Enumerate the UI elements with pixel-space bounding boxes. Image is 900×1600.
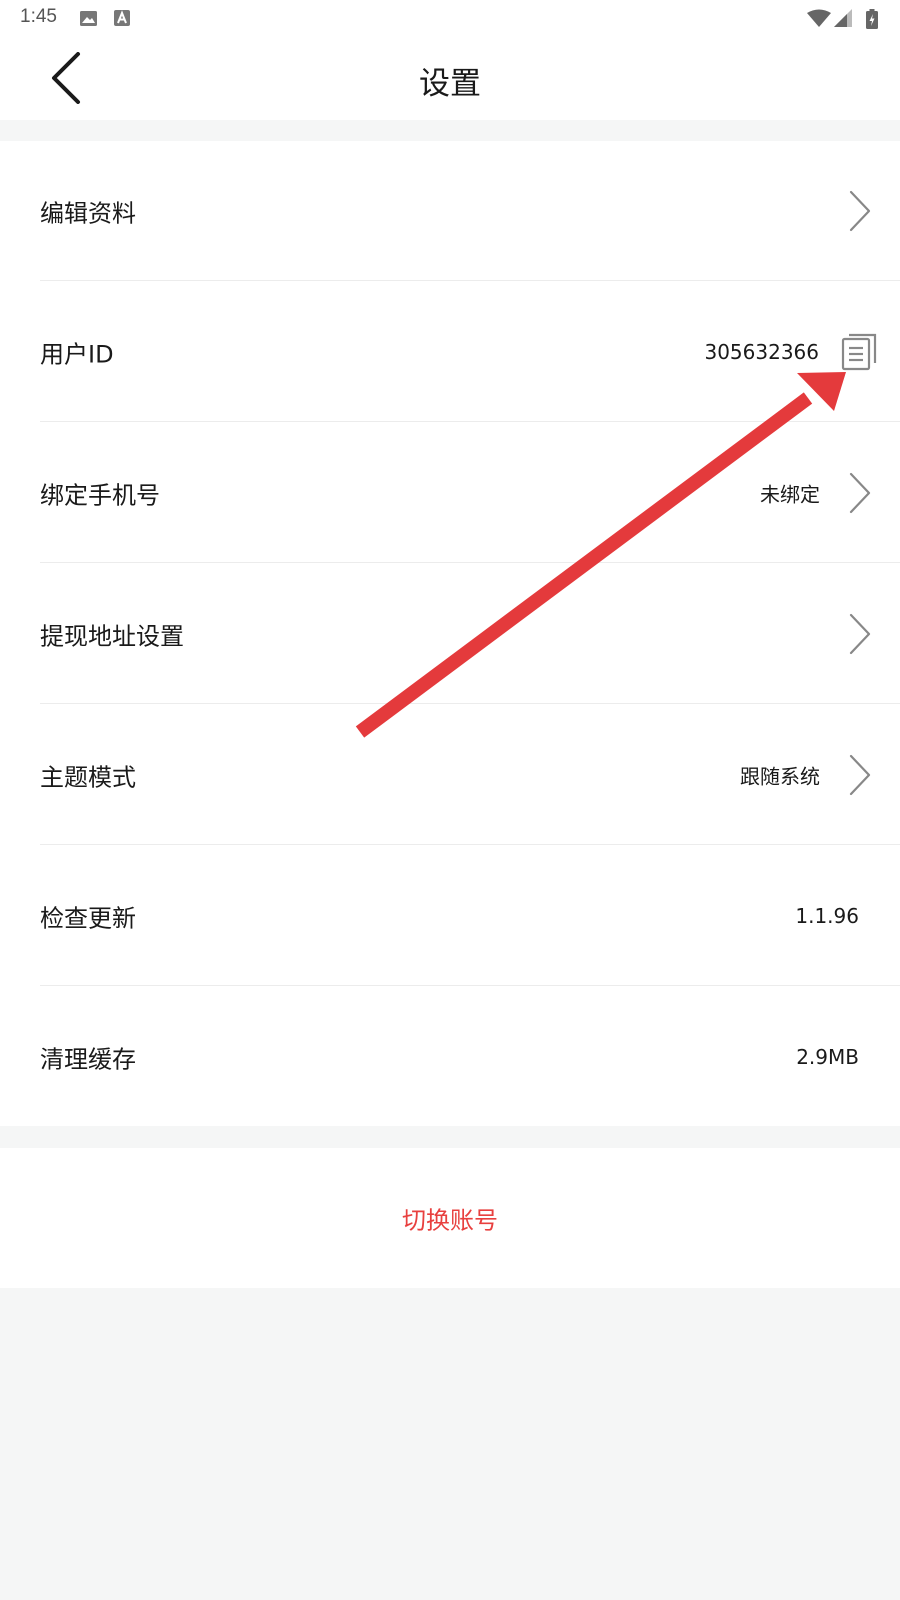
switch-account-label: 切换账号 <box>402 1206 498 1235</box>
switch-account-button[interactable]: 切换账号 <box>0 1148 900 1288</box>
divider <box>40 562 900 563</box>
clear-cache-row[interactable]: 清理缓存 2.9MB <box>0 987 900 1127</box>
theme-mode-value: 跟随系统 <box>740 764 820 789</box>
settings-list: 编辑资料 用户ID 305632366 绑定手机号 未绑定 提现地址设置 主题模… <box>0 141 900 1126</box>
divider <box>40 280 900 281</box>
withdraw-address-row[interactable]: 提现地址设置 <box>0 564 900 704</box>
bind-phone-status: 未绑定 <box>760 482 820 507</box>
divider <box>40 703 900 704</box>
page-title: 设置 <box>419 66 481 102</box>
wifi-icon <box>807 9 831 27</box>
divider <box>40 421 900 422</box>
user-id-label: 用户ID <box>40 340 114 369</box>
divider <box>40 844 900 845</box>
battery-icon <box>866 9 878 29</box>
app-version-value: 1.1.96 <box>795 904 859 928</box>
edit-profile-label: 编辑资料 <box>40 199 136 228</box>
status-time: 1:45 <box>20 6 57 27</box>
font-notification-icon <box>114 10 130 26</box>
check-update-row[interactable]: 检查更新 1.1.96 <box>0 846 900 986</box>
status-bar: 1:45 <box>0 0 900 36</box>
bind-phone-row[interactable]: 绑定手机号 未绑定 <box>0 423 900 563</box>
chevron-right-icon <box>849 472 871 514</box>
chevron-right-icon <box>849 754 871 796</box>
withdraw-address-label: 提现地址设置 <box>40 622 184 651</box>
theme-mode-row[interactable]: 主题模式 跟随系统 <box>0 705 900 845</box>
chevron-right-icon <box>849 613 871 655</box>
divider <box>40 985 900 986</box>
edit-profile-row[interactable]: 编辑资料 <box>0 141 900 281</box>
check-update-label: 检查更新 <box>40 904 136 933</box>
copy-icon[interactable] <box>841 333 877 371</box>
user-id-value: 305632366 <box>704 340 819 364</box>
bind-phone-label: 绑定手机号 <box>40 481 160 510</box>
user-id-row: 用户ID 305632366 <box>0 282 900 422</box>
chevron-right-icon <box>849 190 871 232</box>
nav-bar: 设置 <box>0 36 900 120</box>
cache-size-value: 2.9MB <box>796 1045 859 1069</box>
image-notification-icon <box>80 11 97 26</box>
cell-signal-icon <box>834 9 852 27</box>
clear-cache-label: 清理缓存 <box>40 1045 136 1074</box>
theme-mode-label: 主题模式 <box>40 763 136 792</box>
